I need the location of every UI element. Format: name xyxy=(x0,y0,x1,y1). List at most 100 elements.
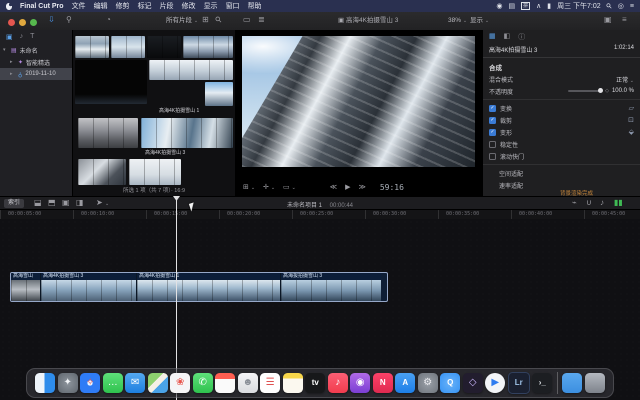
disclosure-icon[interactable]: ▾ xyxy=(3,47,8,53)
timeline-clip[interactable]: 高海雪山 xyxy=(11,273,41,301)
transform-checkbox[interactable]: ✓ xyxy=(489,105,496,112)
dock-safari[interactable]: ✧ xyxy=(80,373,100,393)
browser-clip-thumbnail[interactable] xyxy=(75,60,147,104)
play-backward-icon[interactable]: ≪ xyxy=(330,183,337,191)
sidebar-item-library[interactable]: ▾ ▤ 未命名 xyxy=(0,44,72,56)
dock-app-store[interactable]: A xyxy=(395,373,415,393)
dock-music[interactable]: ♪ xyxy=(328,373,348,393)
menu-window[interactable]: 窗口 xyxy=(226,1,240,11)
sidebar-item-smart-collections[interactable]: ▸ ✦ 智能精选 xyxy=(0,56,72,68)
tab-libraries-icon[interactable]: ▣ xyxy=(6,33,13,41)
tab-titles-icon[interactable]: T xyxy=(30,33,34,41)
browser-clip-thumbnail[interactable] xyxy=(78,118,138,148)
wifi-icon[interactable]: ∧ xyxy=(536,3,541,10)
crop-checkbox[interactable]: ✓ xyxy=(489,117,496,124)
blend-mode-popup[interactable]: 正常 ⌄ xyxy=(616,75,634,84)
transform-row[interactable]: ✓ 变换 ▱ xyxy=(483,102,640,114)
menu-view[interactable]: 显示 xyxy=(204,1,218,11)
video-inspector-tab-icon[interactable]: ▦ xyxy=(489,32,496,42)
rolling-shutter-row[interactable]: 滚动快门 xyxy=(483,150,640,162)
distort-checkbox[interactable]: ✓ xyxy=(489,129,496,136)
keyframe-icon[interactable]: ◇ xyxy=(605,88,609,94)
dock-quicktime[interactable]: Q xyxy=(440,373,460,393)
menu-clip[interactable]: 片段 xyxy=(160,1,174,11)
dock-video-player[interactable]: ▶ xyxy=(485,373,505,393)
audio-meters-icon[interactable]: ▮▮ xyxy=(614,199,623,207)
window-close-button[interactable] xyxy=(8,19,15,26)
dock-news[interactable]: N xyxy=(373,373,393,393)
dock-lightroom[interactable]: Lr xyxy=(508,372,530,394)
browser-duration-icon[interactable]: ▭ xyxy=(243,16,251,24)
play-forward-icon[interactable]: ≫ xyxy=(359,183,366,191)
control-center-icon[interactable]: ◎ xyxy=(618,3,624,10)
dock-facetime[interactable]: ✆ xyxy=(193,373,213,393)
snapping-icon[interactable]: ∪ xyxy=(586,199,592,207)
dock-final-cut-pro[interactable]: ◇ xyxy=(463,373,483,393)
apple-menu-icon[interactable] xyxy=(6,3,12,10)
skimming-icon[interactable]: ⌁ xyxy=(572,199,577,207)
dock-launchpad[interactable]: ✦ xyxy=(58,373,78,393)
viewer-zoom-menu[interactable]: 38% ⌄ xyxy=(448,18,467,25)
dock-reminders[interactable]: ☰ xyxy=(260,373,280,393)
battery-icon[interactable]: ▮ xyxy=(547,3,551,10)
rolling-shutter-checkbox[interactable] xyxy=(489,153,496,160)
dock-maps[interactable] xyxy=(148,373,168,393)
share-icon[interactable]: ▣ xyxy=(604,16,612,24)
info-inspector-tab-icon[interactable]: ⓘ xyxy=(518,32,525,42)
stabilization-row[interactable]: 稳定性 xyxy=(483,138,640,150)
browser-sort-icon[interactable]: ≣ xyxy=(258,16,265,24)
viewer-crop-menu-icon[interactable]: ▭ ⌄ xyxy=(283,183,296,191)
dock-contacts[interactable]: ☻ xyxy=(238,373,258,393)
input-method-icon[interactable]: 拼 xyxy=(521,2,530,10)
dock-messages[interactable]: … xyxy=(103,373,123,393)
project-name[interactable]: 未命名项目 1 xyxy=(287,203,322,209)
stabilization-checkbox[interactable] xyxy=(489,141,496,148)
timeline-clip[interactable]: 高海拔拍摄雪山 3 xyxy=(281,273,381,301)
window-zoom-button[interactable] xyxy=(30,19,37,26)
dock-terminal[interactable]: ›_ xyxy=(532,373,552,393)
browser-clip-thumbnail[interactable] xyxy=(183,36,233,58)
disclosure-icon[interactable]: ▸ xyxy=(10,71,15,77)
timeline-project-header[interactable]: 未命名项目 1 00:00:44 xyxy=(0,200,640,209)
browser-clip-thumbnail[interactable] xyxy=(78,159,126,185)
browser-search-icon[interactable]: ⚲ xyxy=(214,15,224,25)
sidebar-item-event-2019-11-10[interactable]: ▸ ⚲ 2019-11-10 xyxy=(0,68,72,80)
disclosure-icon[interactable]: ▸ xyxy=(10,59,15,65)
audio-solo-icon[interactable]: ♪ xyxy=(600,199,604,207)
dock-notes[interactable] xyxy=(283,373,303,393)
viewer-display-menu-icon[interactable]: ⊞ ⌄ xyxy=(243,183,255,191)
clip-appearance-icon[interactable]: ⊞ xyxy=(202,16,209,24)
browser-clip-thumbnail-selected[interactable] xyxy=(141,118,233,148)
viewer-view-menu[interactable]: 显示 ⌄ xyxy=(470,18,489,25)
browser-clip-thumbnail[interactable] xyxy=(129,159,181,185)
notification-center-icon[interactable]: ≡ xyxy=(630,3,634,10)
browser-filter-popup[interactable]: 所有片段 ⌄ xyxy=(166,18,198,25)
crop-row[interactable]: ✓ 裁剪 ⊡ xyxy=(483,114,640,126)
dock-calendar[interactable] xyxy=(215,373,235,393)
dock-photos[interactable]: ❀ xyxy=(170,373,190,393)
spotlight-icon[interactable]: ⚲ xyxy=(605,2,614,11)
color-inspector-tab-icon[interactable]: ◧ xyxy=(504,32,511,42)
keyword-editor-icon[interactable]: ⚲ xyxy=(66,16,72,24)
browser-clip-thumbnail[interactable] xyxy=(147,36,181,58)
menu-mark[interactable]: 标记 xyxy=(138,1,152,11)
window-minimize-button[interactable] xyxy=(19,19,26,26)
primary-storyline-selected[interactable]: 高海雪山 高海4K拍摄雪山 3 高海4K拍摄雪山 1 高海拔拍摄雪山 3 xyxy=(10,272,388,302)
spatial-conform-row[interactable]: 空间适配 xyxy=(483,167,640,179)
dock-finder[interactable] xyxy=(35,373,55,393)
browser-clip-thumbnail[interactable] xyxy=(205,82,233,106)
media-import-icon[interactable]: ⇩ xyxy=(48,16,55,24)
opacity-slider[interactable] xyxy=(568,90,602,92)
browser-clip-thumbnail[interactable] xyxy=(149,60,233,80)
toolbar-settings-icon[interactable]: ≡ xyxy=(622,16,627,24)
crop-onscreen-icon[interactable]: ⊡ xyxy=(628,116,634,124)
play-button[interactable]: ▶ xyxy=(345,183,350,191)
dock-downloads-folder[interactable] xyxy=(562,373,582,393)
menu-file[interactable]: 文件 xyxy=(72,1,86,11)
menu-trim[interactable]: 修剪 xyxy=(116,1,130,11)
viewer-image[interactable] xyxy=(242,36,475,167)
background-tasks-icon[interactable]: ◔ xyxy=(106,16,111,24)
browser-clip-thumbnail[interactable] xyxy=(75,36,109,58)
distort-row[interactable]: ✓ 变形 ⬙ xyxy=(483,126,640,138)
display-icon[interactable]: ▤ xyxy=(508,3,515,10)
